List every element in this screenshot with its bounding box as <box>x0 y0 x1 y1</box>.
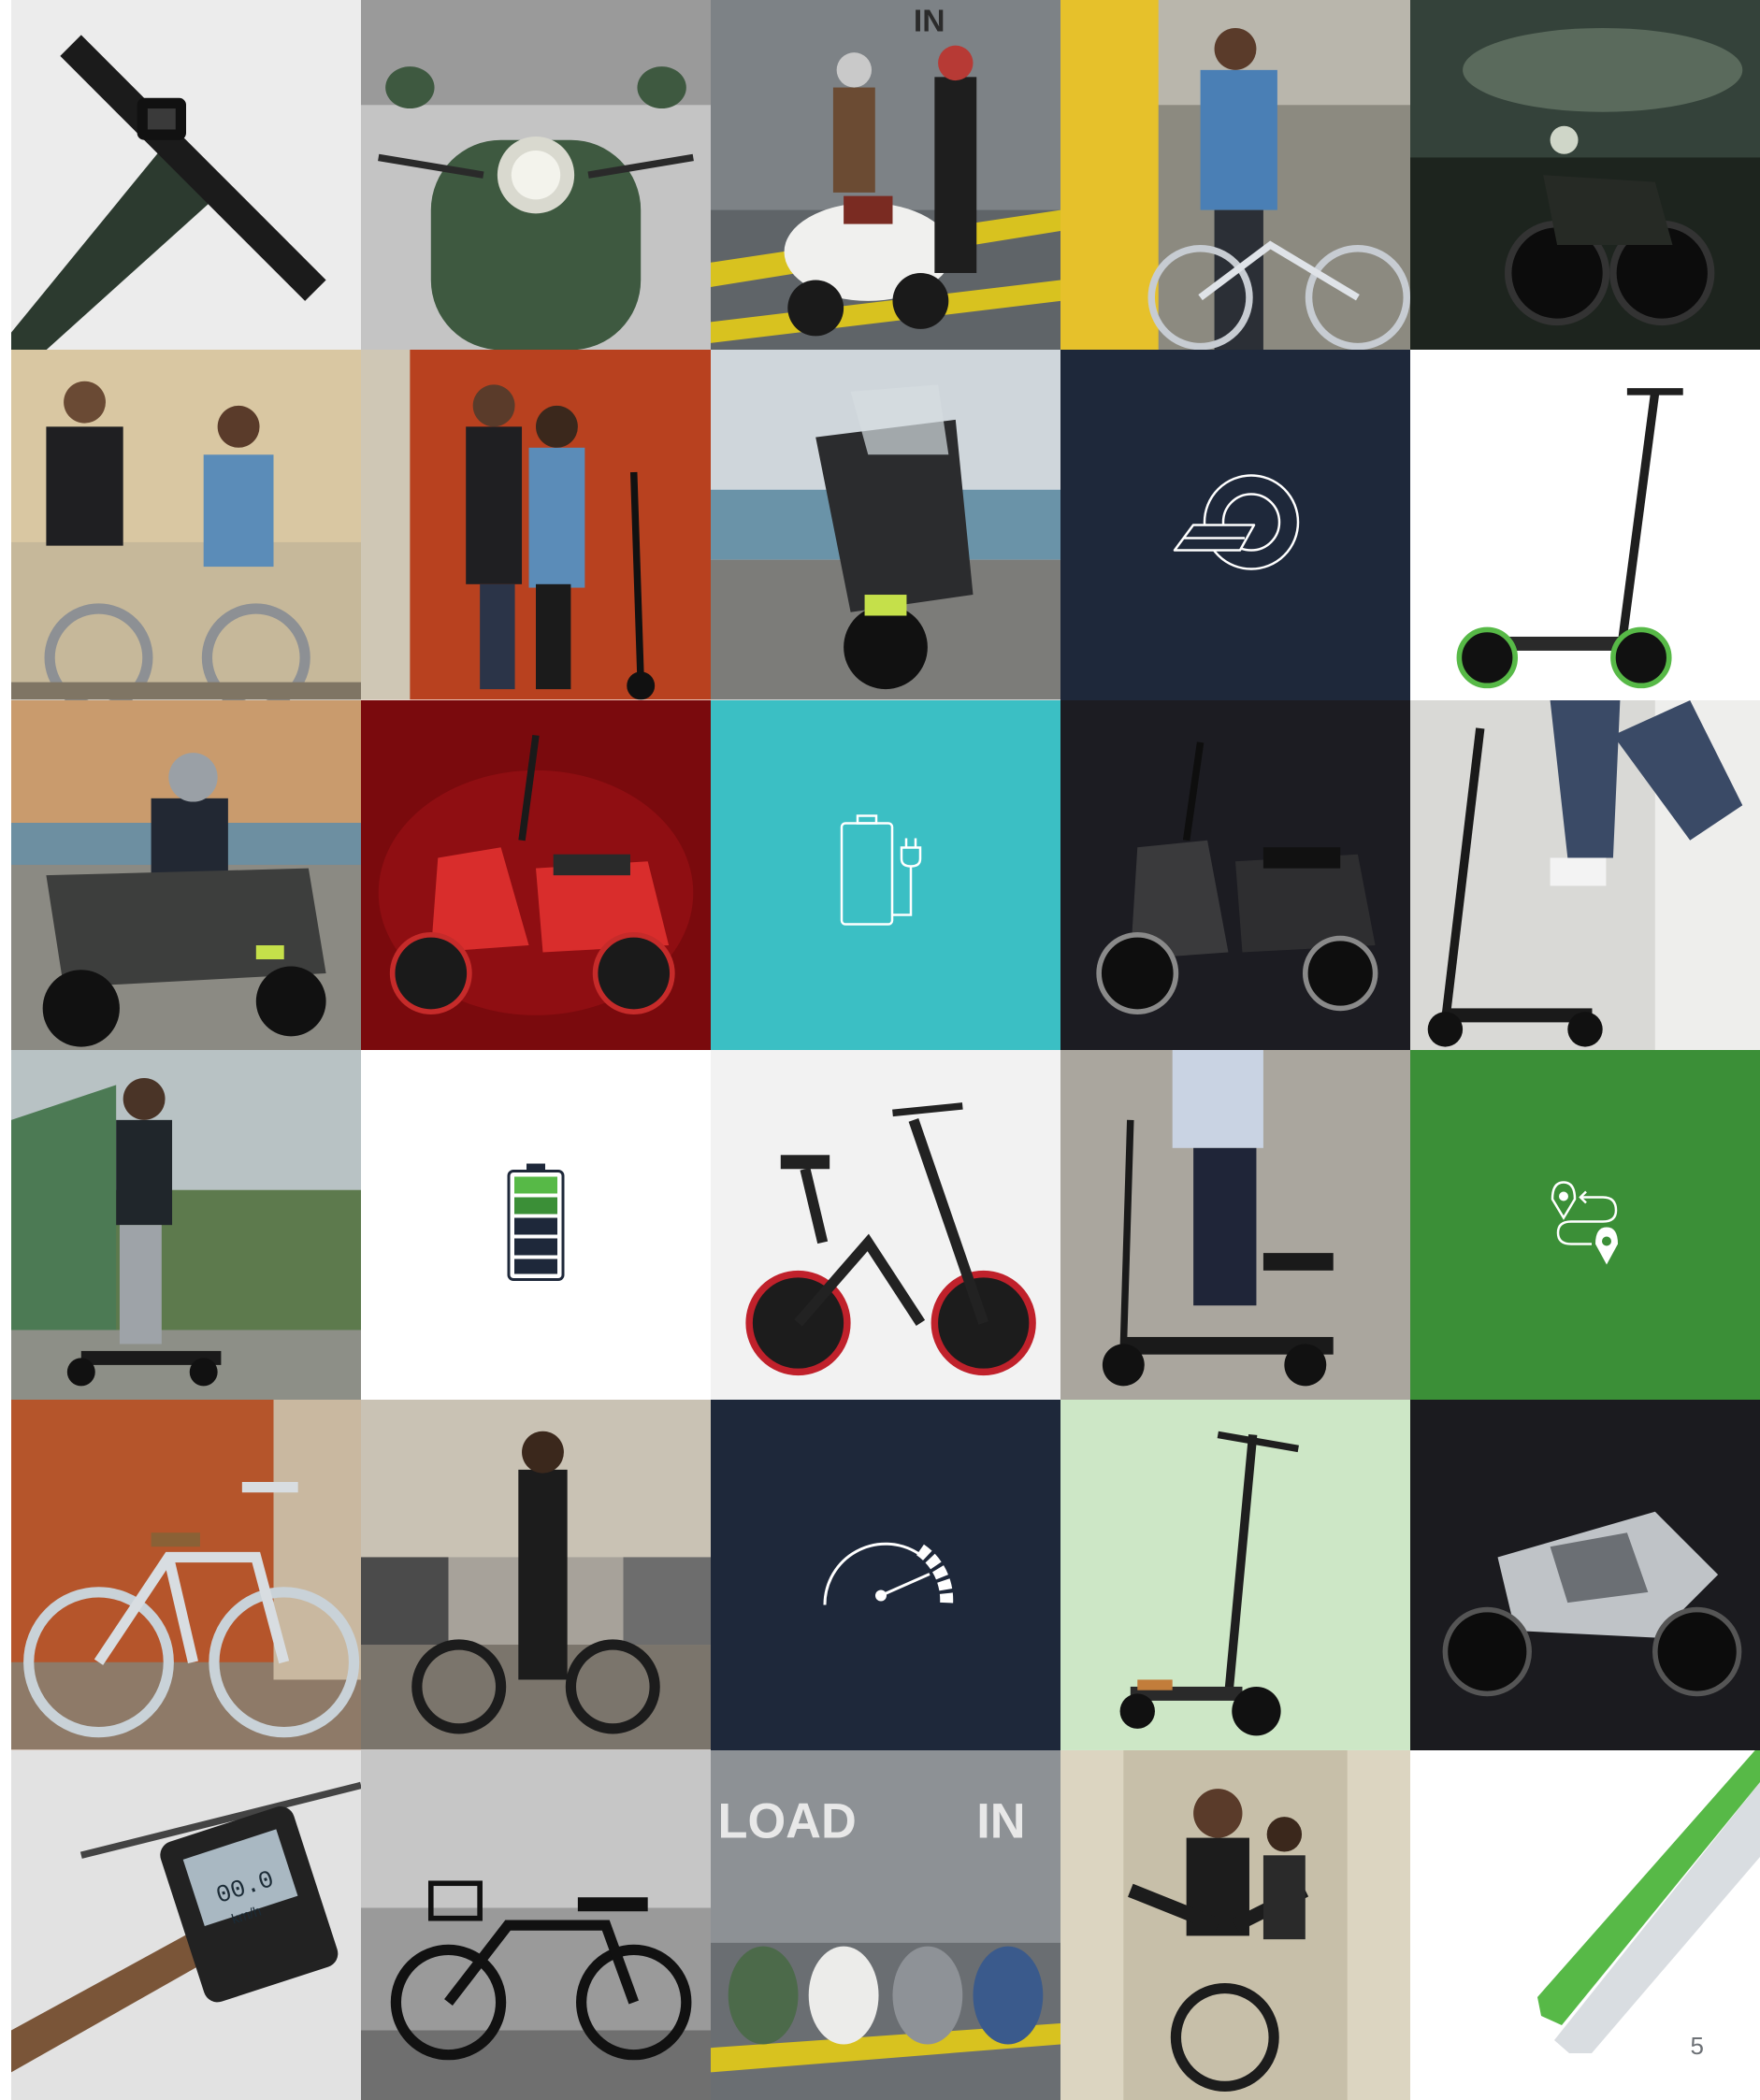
photo-red-scooter <box>361 699 711 1050</box>
battery-level-icon <box>503 1162 569 1288</box>
photo-woman-with-bike <box>1060 0 1410 351</box>
brand-logo-icon <box>1165 471 1306 579</box>
loading-door-left-sign: LOAD <box>717 1794 856 1848</box>
photo-couple-with-bikes <box>11 350 361 700</box>
photo-man-on-three-wheel-scooter <box>11 1050 361 1401</box>
photo-women-riding-ebikes <box>1060 1749 1410 2100</box>
photo-sport-motorbike <box>1410 1400 1760 1750</box>
charging-battery-icon <box>834 812 937 938</box>
photo-black-city-ebike <box>361 1749 711 2100</box>
loading-door-right-sign: IN <box>976 1794 1025 1848</box>
corner-decoration-tile <box>1410 1749 1760 2100</box>
photo-three-wheel-escooter-product <box>1060 1400 1410 1750</box>
photo-black-scooter <box>1060 699 1410 1050</box>
charging-tile <box>711 699 1060 1050</box>
photo-escooter-product <box>1410 350 1760 700</box>
route-icon <box>1534 1172 1637 1279</box>
diagonal-stripes-graphic <box>1537 1749 1760 2053</box>
photo-four-scooters-lineup: LOAD IN <box>711 1749 1060 2100</box>
brand-logo-tile <box>1060 350 1410 700</box>
photo-folding-ebike <box>711 1050 1060 1401</box>
page-number: 5 <box>1690 2032 1704 2060</box>
photo-escooter-rider-legs <box>1410 699 1760 1050</box>
photo-green-scooter-headlight <box>361 0 711 351</box>
photo-city-bike-orange-wall <box>11 1400 361 1750</box>
photo-motorbike-night <box>1410 0 1760 351</box>
photo-handlebar-display <box>11 0 361 351</box>
door-top-sign: IN <box>914 5 945 39</box>
photo-rider-on-maxi-scooter <box>11 699 361 1050</box>
photo-couple-with-white-scooter: IN <box>711 0 1060 351</box>
photo-mosaic-grid: IN 00.0 km/h LOAD IN <box>11 0 1760 2100</box>
photo-maxi-scooter-sea <box>711 350 1060 700</box>
photo-woman-with-ebike-street <box>361 1400 711 1750</box>
photo-seated-scooter <box>1060 1050 1410 1401</box>
photo-ebike-display-closeup: 00.0 km/h <box>11 1749 361 2100</box>
speedometer-icon <box>815 1526 956 1624</box>
battery-tile <box>361 1050 711 1401</box>
photo-couple-with-escooters <box>361 350 711 700</box>
route-tile <box>1410 1050 1760 1401</box>
speed-tile <box>711 1400 1060 1750</box>
